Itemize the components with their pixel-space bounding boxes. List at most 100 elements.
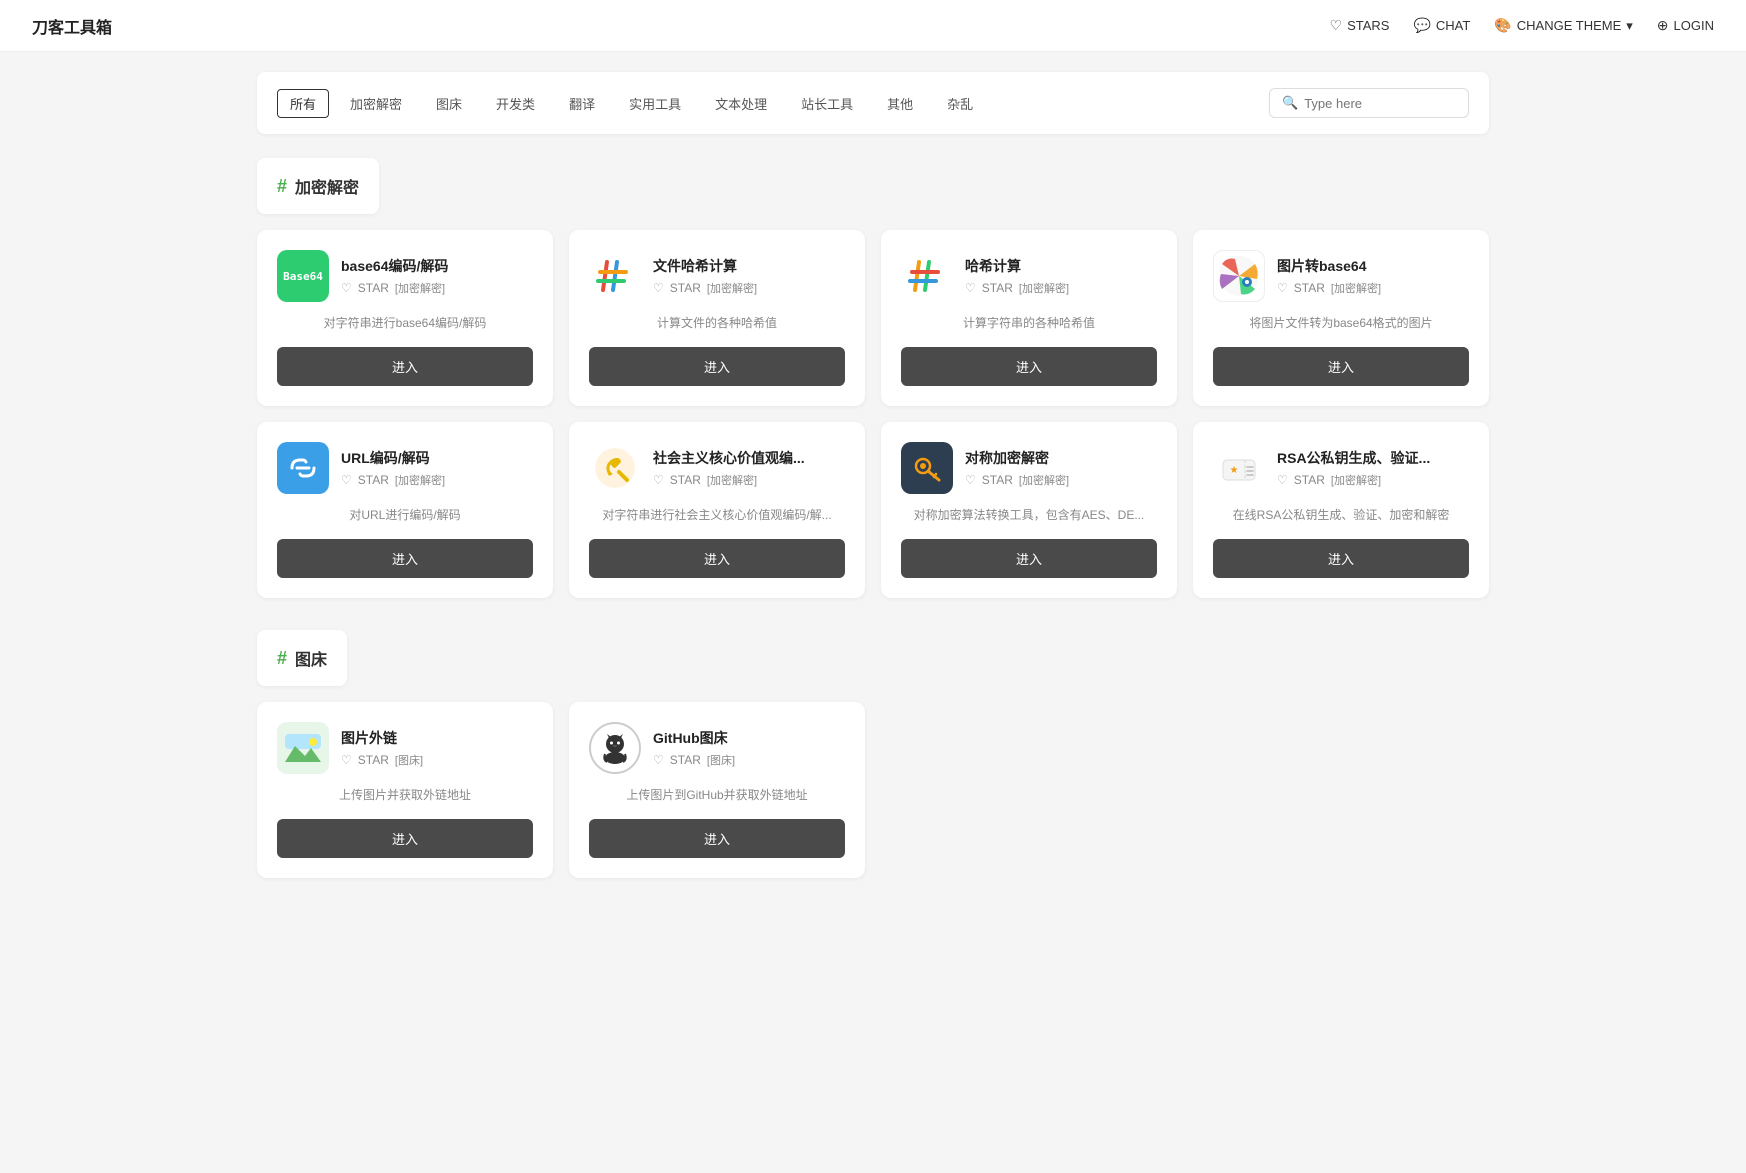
card-desc-hash-calc: 计算字符串的各种哈希值 — [901, 310, 1157, 335]
chevron-down-icon: ▾ — [1626, 18, 1633, 34]
icon-socialist — [589, 442, 641, 494]
tag: [加密解密] — [1019, 472, 1069, 488]
star-label[interactable]: STAR — [1294, 473, 1325, 487]
filter-tab-webmaster[interactable]: 站长工具 — [788, 89, 866, 118]
card-title-url: URL编码/解码 — [341, 448, 445, 468]
tag: [加密解密] — [395, 472, 445, 488]
icon-img-link — [277, 722, 329, 774]
heart-icon: ♡ — [653, 753, 664, 767]
heart-icon: ♡ — [1277, 281, 1288, 295]
tag: [加密解密] — [707, 280, 757, 296]
logo: 刀客工具箱 — [32, 14, 112, 38]
enter-button-github[interactable]: 进入 — [589, 819, 845, 858]
icon-rsa: ★ — [1213, 442, 1265, 494]
card-desc-socialist: 对字符串进行社会主义核心价值观编码/解... — [589, 502, 845, 527]
card-title-file-hash: 文件哈希计算 — [653, 256, 757, 276]
star-label[interactable]: STAR — [982, 281, 1013, 295]
svg-text:★: ★ — [1230, 465, 1239, 476]
nav-login[interactable]: ⊕ LOGIN — [1657, 17, 1714, 34]
icon-sym-cipher — [901, 442, 953, 494]
main-content: 所有 加密解密 图床 开发类 翻译 实用工具 文本处理 站长工具 其他 杂乱 🔍… — [233, 52, 1513, 930]
enter-button-url[interactable]: 进入 — [277, 539, 533, 578]
section-title-image-host: 图床 — [295, 646, 327, 670]
card-title-base64: base64编码/解码 — [341, 256, 448, 276]
card-base64: Base64 base64编码/解码 ♡ STAR [加密解密] 对字符串进行b… — [257, 230, 553, 406]
star-label[interactable]: STAR — [358, 281, 389, 295]
filter-tabs: 所有 加密解密 图床 开发类 翻译 实用工具 文本处理 站长工具 其他 杂乱 — [277, 89, 986, 118]
hash-green-svg — [905, 254, 949, 298]
hash-icon: # — [277, 648, 287, 669]
enter-button-socialist[interactable]: 进入 — [589, 539, 845, 578]
star-label[interactable]: STAR — [670, 281, 701, 295]
star-label[interactable]: STAR — [670, 753, 701, 767]
icon-base64: Base64 — [277, 250, 329, 302]
icon-img-base64 — [1213, 250, 1265, 302]
icon-url — [277, 442, 329, 494]
enter-button-img-base64[interactable]: 进入 — [1213, 347, 1469, 386]
image-host-cards-grid: 图片外链 ♡ STAR [图床] 上传图片并获取外链地址 进入 — [257, 702, 1489, 878]
tag: [加密解密] — [707, 472, 757, 488]
card-title-sym: 对称加密解密 — [965, 448, 1069, 468]
star-label[interactable]: STAR — [358, 753, 389, 767]
filter-bar: 所有 加密解密 图床 开发类 翻译 实用工具 文本处理 站长工具 其他 杂乱 🔍 — [257, 72, 1489, 134]
nav-theme-label: CHANGE THEME — [1517, 18, 1622, 33]
icon-github — [589, 722, 641, 774]
card-title-img-base64: 图片转base64 — [1277, 256, 1381, 276]
heart-icon: ♡ — [965, 473, 976, 487]
star-label[interactable]: STAR — [670, 473, 701, 487]
card-desc-github: 上传图片到GitHub并获取外链地址 — [589, 782, 845, 807]
nav-stars-label: STARS — [1347, 18, 1389, 33]
star-label[interactable]: STAR — [358, 473, 389, 487]
enter-button-sym[interactable]: 进入 — [901, 539, 1157, 578]
filter-tab-text[interactable]: 文本处理 — [702, 89, 780, 118]
enter-button-file-hash[interactable]: 进入 — [589, 347, 845, 386]
card-hash-calc: 哈希计算 ♡ STAR [加密解密] 计算字符串的各种哈希值 进入 — [881, 230, 1177, 406]
nav-stars[interactable]: ♡ STARS — [1330, 17, 1390, 34]
heart-icon: ♡ — [341, 753, 352, 767]
card-sym-cipher: 对称加密解密 ♡ STAR [加密解密] 对称加密算法转换工具，包含有AES、D… — [881, 422, 1177, 598]
nav-chat[interactable]: 💬 CHAT — [1413, 17, 1470, 34]
card-rsa: ★ RSA公私钥生成、验证... ♡ STAR [加密解密] — [1193, 422, 1489, 598]
card-desc-base64: 对字符串进行base64编码/解码 — [277, 310, 533, 335]
card-desc-sym: 对称加密算法转换工具，包含有AES、DE... — [901, 502, 1157, 527]
card-desc-img-link: 上传图片并获取外链地址 — [277, 782, 533, 807]
card-desc-file-hash: 计算文件的各种哈希值 — [589, 310, 845, 335]
search-input[interactable] — [1304, 96, 1456, 111]
section-title-encrypt: 加密解密 — [295, 174, 359, 198]
enter-button-img-link[interactable]: 进入 — [277, 819, 533, 858]
heart-icon: ♡ — [653, 281, 664, 295]
card-socialist: 社会主义核心价值观编... ♡ STAR [加密解密] 对字符串进行社会主义核心… — [569, 422, 865, 598]
header: 刀客工具箱 ♡ STARS 💬 CHAT 🎨 CHANGE THEME ▾ ⊕ … — [0, 0, 1746, 52]
filter-tab-misc[interactable]: 杂乱 — [934, 89, 986, 118]
filter-tab-other[interactable]: 其他 — [874, 89, 926, 118]
card-title-github: GitHub图床 — [653, 728, 735, 748]
nav-login-label: LOGIN — [1674, 18, 1714, 33]
enter-button-rsa[interactable]: 进入 — [1213, 539, 1469, 578]
filter-tab-translate[interactable]: 翻译 — [556, 89, 608, 118]
heart-icon: ♡ — [341, 473, 352, 487]
filter-tab-dev[interactable]: 开发类 — [483, 89, 548, 118]
icon-file-hash — [589, 250, 641, 302]
star-label[interactable]: STAR — [1294, 281, 1325, 295]
nav-chat-label: CHAT — [1436, 18, 1470, 33]
filter-tab-image-host[interactable]: 图床 — [423, 89, 475, 118]
card-desc-url: 对URL进行编码/解码 — [277, 502, 533, 527]
tag: [图床] — [707, 752, 735, 768]
star-label[interactable]: STAR — [982, 473, 1013, 487]
tag: [图床] — [395, 752, 423, 768]
nav-change-theme[interactable]: 🎨 CHANGE THEME ▾ — [1494, 17, 1632, 34]
card-title-img-link: 图片外链 — [341, 728, 423, 748]
filter-tab-all[interactable]: 所有 — [277, 89, 329, 118]
heart-icon: ♡ — [965, 281, 976, 295]
enter-button-hash-calc[interactable]: 进入 — [901, 347, 1157, 386]
heart-icon: ♡ — [341, 281, 352, 295]
filter-tab-tools[interactable]: 实用工具 — [616, 89, 694, 118]
filter-tab-encrypt[interactable]: 加密解密 — [337, 89, 415, 118]
enter-button-base64[interactable]: 进入 — [277, 347, 533, 386]
hash-icon: # — [277, 176, 287, 197]
encrypt-cards-grid: Base64 base64编码/解码 ♡ STAR [加密解密] 对字符串进行b… — [257, 230, 1489, 598]
tag: [加密解密] — [1331, 472, 1381, 488]
heart-icon: ♡ — [1330, 17, 1343, 34]
card-title-hash-calc: 哈希计算 — [965, 256, 1069, 276]
chat-icon: 💬 — [1413, 17, 1430, 34]
